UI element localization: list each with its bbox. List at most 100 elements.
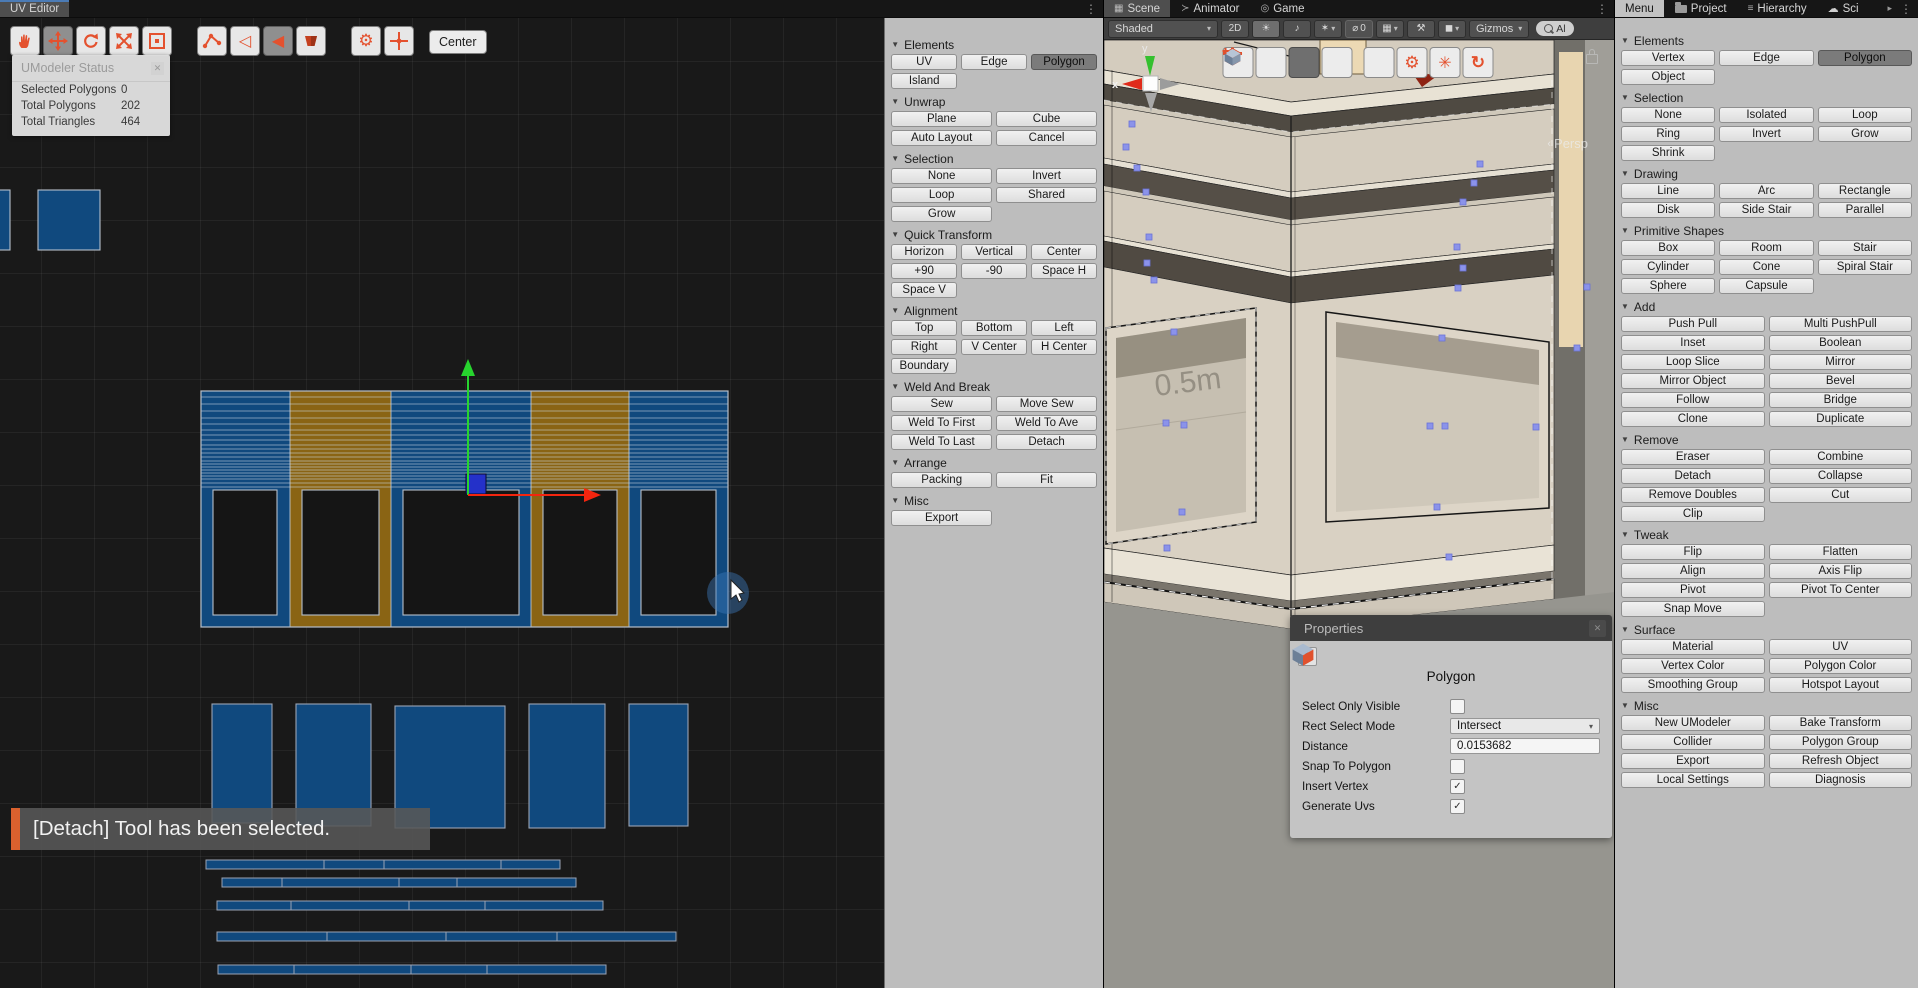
section-header-selection[interactable]: ▼Selection xyxy=(885,149,1103,168)
collapse-button[interactable]: Collapse xyxy=(1769,468,1913,484)
weld-to-first-button[interactable]: Weld To First xyxy=(891,415,992,431)
section-header-primitive-shapes[interactable]: ▼Primitive Shapes xyxy=(1615,221,1918,240)
snap-to-polygon-checkbox[interactable] xyxy=(1450,759,1465,774)
space-v-button[interactable]: Space V xyxy=(891,282,957,298)
scale-tool-button[interactable] xyxy=(109,26,139,56)
axis-flip-button[interactable]: Axis Flip xyxy=(1769,563,1913,579)
tab-game[interactable]: ◎ Game xyxy=(1250,0,1314,17)
lighting-toggle-button[interactable]: ☀ xyxy=(1252,20,1280,38)
invert-button[interactable]: Invert xyxy=(1719,126,1813,142)
duplicate-button[interactable]: Duplicate xyxy=(1769,411,1913,427)
room-button[interactable]: Room xyxy=(1719,240,1813,256)
none-button[interactable]: None xyxy=(1621,107,1715,123)
90-button[interactable]: +90 xyxy=(891,263,957,279)
center-button[interactable]: Center xyxy=(1031,244,1097,260)
shrink-button[interactable]: Shrink xyxy=(1621,145,1715,161)
uv-point-mode-button[interactable] xyxy=(197,26,227,56)
smoothing-group-button[interactable]: Smoothing Group xyxy=(1621,677,1765,693)
scene-orientation-gizmo[interactable]: y x xyxy=(1104,40,1194,140)
ring-button[interactable]: Ring xyxy=(1621,126,1715,142)
export-button[interactable]: Export xyxy=(1621,753,1765,769)
object-button[interactable]: Object xyxy=(1621,69,1715,85)
left-button[interactable]: Left xyxy=(1031,320,1097,336)
tab-uv-editor[interactable]: UV Editor xyxy=(0,0,69,17)
remove-doubles-button[interactable]: Remove Doubles xyxy=(1621,487,1765,503)
section-header-selection[interactable]: ▼Selection xyxy=(1615,88,1918,107)
grow-button[interactable]: Grow xyxy=(891,206,992,222)
multi-pushpull-button[interactable]: Multi PushPull xyxy=(1769,316,1913,332)
auto-layout-button[interactable]: Auto Layout xyxy=(891,130,992,146)
polygon-color-button[interactable]: Polygon Color xyxy=(1769,658,1913,674)
audio-toggle-button[interactable]: ♪ xyxy=(1283,20,1311,38)
right-button[interactable]: Right xyxy=(891,339,957,355)
uv-window-menu-icon[interactable]: ⋮ xyxy=(1079,0,1103,17)
disk-button[interactable]: Disk xyxy=(1621,202,1715,218)
lock-icon[interactable] xyxy=(1586,54,1598,64)
detach-button[interactable]: Detach xyxy=(1621,468,1765,484)
center-button[interactable]: Center xyxy=(429,30,487,54)
export-button[interactable]: Export xyxy=(891,510,992,526)
shared-button[interactable]: Shared xyxy=(996,187,1097,203)
uv-button[interactable]: UV xyxy=(1769,639,1913,655)
loop-slice-button[interactable]: Loop Slice xyxy=(1621,354,1765,370)
grow-button[interactable]: Grow xyxy=(1818,126,1912,142)
scene-search-input[interactable]: Al xyxy=(1536,21,1573,36)
clone-button[interactable]: Clone xyxy=(1621,411,1765,427)
mirror-button[interactable]: Mirror xyxy=(1769,354,1913,370)
boolean-button[interactable]: Boolean xyxy=(1769,335,1913,351)
section-header-misc[interactable]: ▼Misc xyxy=(1615,696,1918,715)
shading-mode-dropdown[interactable]: Shaded ▾ xyxy=(1108,20,1218,38)
section-header-add[interactable]: ▼Add xyxy=(1615,297,1918,316)
inset-button[interactable]: Inset xyxy=(1621,335,1765,351)
weld-to-ave-button[interactable]: Weld To Ave xyxy=(996,415,1097,431)
vertex-button[interactable]: Vertex xyxy=(1621,50,1715,66)
diagnosis-button[interactable]: Diagnosis xyxy=(1769,772,1913,788)
section-header-alignment[interactable]: ▼Alignment xyxy=(885,301,1103,320)
right-window-menu-icon[interactable]: ⋮ xyxy=(1894,0,1918,17)
eraser-button[interactable]: Eraser xyxy=(1621,449,1765,465)
tab-scene[interactable]: ▦ Scene xyxy=(1104,0,1170,17)
line-button[interactable]: Line xyxy=(1621,183,1715,199)
hidden-objects-button[interactable]: ⌀0 xyxy=(1345,20,1373,38)
mirror-object-button[interactable]: Mirror Object xyxy=(1621,373,1765,389)
packing-button[interactable]: Packing xyxy=(891,472,992,488)
move-sew-button[interactable]: Move Sew xyxy=(996,396,1097,412)
isolated-button[interactable]: Isolated xyxy=(1719,107,1813,123)
top-button[interactable]: Top xyxy=(891,320,957,336)
perspective-mode-label[interactable]: ‹ Persp xyxy=(1547,136,1588,151)
more-tabs-arrow-icon[interactable]: ▸ xyxy=(1885,0,1894,17)
arc-button[interactable]: Arc xyxy=(1719,183,1813,199)
box-button[interactable]: Box xyxy=(1621,240,1715,256)
loop-button[interactable]: Loop xyxy=(891,187,992,203)
material-button[interactable]: Material xyxy=(1621,639,1765,655)
close-icon[interactable]: ✕ xyxy=(1589,620,1606,637)
local-settings-button[interactable]: Local Settings xyxy=(1621,772,1765,788)
sphere-button[interactable]: Sphere xyxy=(1621,278,1715,294)
section-header-remove[interactable]: ▼Remove xyxy=(1615,430,1918,449)
reset-rotate-button[interactable]: ↻ xyxy=(1463,47,1494,78)
vertex-color-button[interactable]: Vertex Color xyxy=(1621,658,1765,674)
cancel-button[interactable]: Cancel xyxy=(996,130,1097,146)
polygon-group-button[interactable]: Polygon Group xyxy=(1769,734,1913,750)
horizon-button[interactable]: Horizon xyxy=(891,244,957,260)
status-close-icon[interactable]: ✕ xyxy=(151,62,164,75)
invert-button[interactable]: Invert xyxy=(996,168,1097,184)
polygon-mode-cube-button[interactable] xyxy=(1289,47,1320,78)
tab-hierarchy[interactable]: ≡ Hierarchy xyxy=(1738,0,1817,17)
detach-button[interactable]: Detach xyxy=(996,434,1097,450)
tab-services[interactable]: ☁ Sci xyxy=(1818,0,1861,17)
weld-to-last-button[interactable]: Weld To Last xyxy=(891,434,992,450)
bevel-button[interactable]: Bevel xyxy=(1769,373,1913,389)
loop-button[interactable]: Loop xyxy=(1818,107,1912,123)
flatten-button[interactable]: Flatten xyxy=(1769,544,1913,560)
bottom-button[interactable]: Bottom xyxy=(961,320,1027,336)
edge-button[interactable]: Edge xyxy=(961,54,1027,70)
bake-transform-button[interactable]: Bake Transform xyxy=(1769,715,1913,731)
follow-button[interactable]: Follow xyxy=(1621,392,1765,408)
section-header-elements[interactable]: ▼Elements xyxy=(1615,31,1918,50)
move-tool-button[interactable] xyxy=(43,26,73,56)
section-header-unwrap[interactable]: ▼Unwrap xyxy=(885,92,1103,111)
section-header-drawing[interactable]: ▼Drawing xyxy=(1615,164,1918,183)
rect-select-button[interactable] xyxy=(142,26,172,56)
clip-button[interactable]: Clip xyxy=(1621,506,1765,522)
